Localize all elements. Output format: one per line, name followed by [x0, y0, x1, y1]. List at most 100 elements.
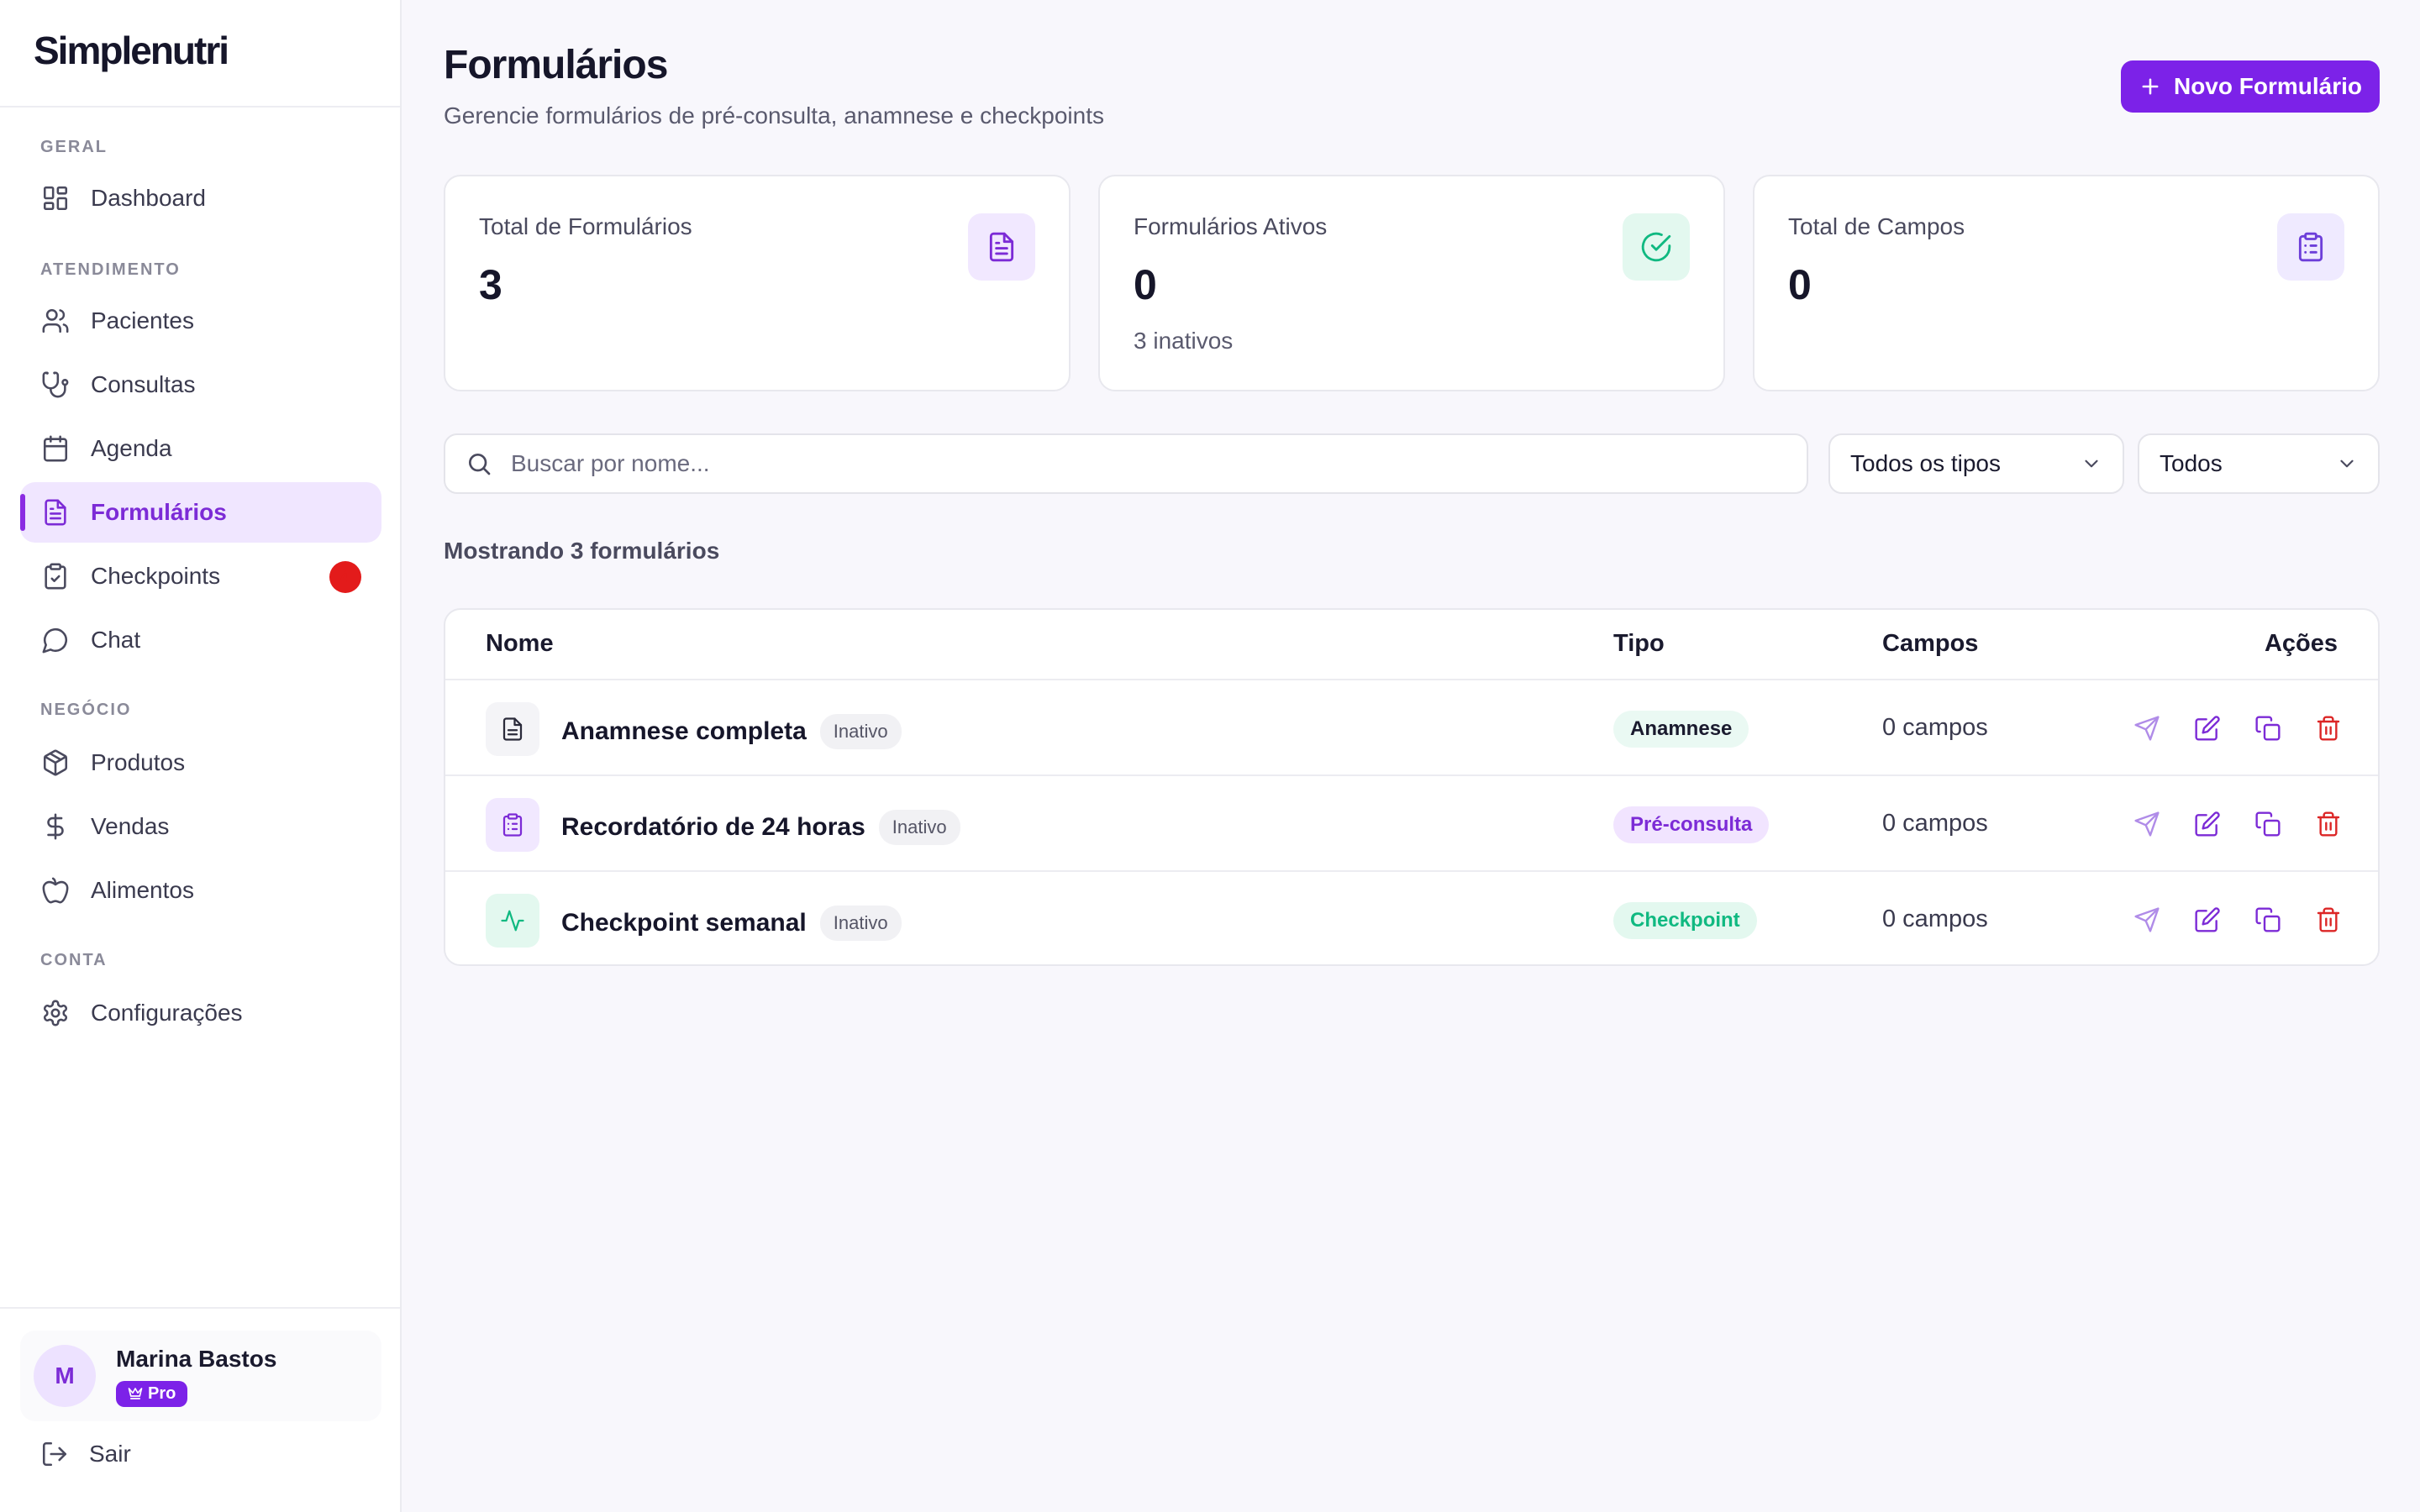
sidebar-item-label: Pacientes [91, 307, 194, 333]
users-icon [40, 306, 71, 336]
sidebar-item-produtos[interactable]: Produtos [20, 732, 381, 793]
search-icon [469, 454, 491, 475]
sidebar-item-label: Produtos [91, 749, 186, 775]
app-logo[interactable]: Simplenutri [34, 25, 229, 76]
trash-icon[interactable] [2309, 900, 2348, 939]
sidebar-item-dashboard[interactable]: Dashboard [20, 168, 381, 228]
page-subtitle: Gerencie formulários de pré-consulta, an… [444, 102, 1104, 129]
avatar: M [34, 1345, 96, 1407]
fields-count: 0 campos [1882, 714, 1988, 741]
sidebar-item-label: Dashboard [91, 185, 206, 211]
plan-label: Pro [148, 1383, 176, 1403]
status-filter-select[interactable]: Todos [2138, 433, 2380, 494]
status-badge: Inativo [878, 810, 960, 845]
section-label-geral: GERAL [40, 138, 108, 156]
clipboard-list-icon [2277, 213, 2344, 281]
check-circle-icon [1623, 213, 1690, 281]
sidebar-item-label: Chat [91, 627, 141, 653]
search-field[interactable] [444, 433, 1808, 494]
sidebar-item-checkpoints[interactable]: Checkpoints 4 [20, 546, 381, 606]
sidebar-item-agenda[interactable]: Agenda [20, 418, 381, 479]
file-text-icon [40, 497, 71, 528]
calendar-icon [40, 433, 71, 464]
new-form-label: Novo Formulário [2173, 73, 2362, 99]
column-header-type[interactable]: Tipo [1613, 630, 1665, 658]
message-circle-icon [40, 625, 71, 655]
section-label-atendimento: ATENDIMENTO [40, 260, 181, 279]
sidebar-item-pacientes[interactable]: Pacientes [20, 291, 381, 351]
user-profile-card[interactable]: M Marina Bastos Pro [20, 1331, 381, 1421]
copy-icon[interactable] [2249, 900, 2287, 939]
stat-label: Total de Campos [1788, 213, 1965, 239]
clipboard-check-icon [40, 561, 71, 591]
trash-icon[interactable] [2309, 805, 2348, 843]
sidebar-item-label: Agenda [91, 435, 172, 461]
table-row[interactable]: Checkpoint semanal Inativo Checkpoint 0 … [445, 872, 2378, 964]
sidebar-item-label: Configurações [91, 1000, 243, 1026]
send-icon[interactable] [2128, 709, 2166, 748]
chevron-down-icon [2340, 459, 2354, 468]
sidebar-item-consultas[interactable]: Consultas [20, 354, 381, 415]
layout-dashboard-icon [40, 183, 71, 213]
type-badge: Checkpoint [1613, 902, 1757, 939]
sidebar-item-label: Formulários [91, 499, 227, 525]
log-out-icon [42, 1441, 67, 1467]
table-row[interactable]: Anamnese completa Inativo Anamnese 0 cam… [445, 680, 2378, 776]
plus-icon [2142, 78, 2159, 95]
notification-badge: 4 [329, 561, 361, 593]
status-badge: Inativo [819, 714, 902, 749]
edit-icon[interactable] [2188, 805, 2227, 843]
sidebar-item-label: Consultas [91, 371, 196, 397]
package-icon [40, 748, 71, 778]
stat-label: Total de Formulários [479, 213, 692, 239]
search-input[interactable] [511, 450, 1771, 477]
sidebar-item-configuracoes[interactable]: Configurações [20, 983, 381, 1043]
trash-icon[interactable] [2309, 709, 2348, 748]
plan-badge: Pro [116, 1380, 188, 1407]
new-form-button[interactable]: Novo Formulário [2121, 60, 2380, 113]
activity-icon [486, 894, 539, 948]
file-text-icon [968, 213, 1035, 281]
file-text-icon [486, 702, 539, 756]
sidebar-item-chat[interactable]: Chat [20, 610, 381, 670]
column-header-fields[interactable]: Campos [1882, 630, 1978, 658]
type-filter-value: Todos os tipos [1850, 450, 2001, 476]
send-icon[interactable] [2128, 900, 2166, 939]
sidebar-item-label: Checkpoints [91, 563, 221, 589]
status-filter-value: Todos [2160, 450, 2223, 476]
stat-sub: 3 inativos [1134, 328, 1234, 354]
type-badge: Anamnese [1613, 711, 1749, 748]
status-badge: Inativo [819, 906, 902, 941]
copy-icon[interactable] [2249, 709, 2287, 748]
clipboard-list-icon [486, 798, 539, 852]
form-name[interactable]: Checkpoint semanal [561, 909, 807, 937]
stat-value: 3 [479, 261, 502, 308]
type-badge: Pré-consulta [1613, 806, 1770, 843]
dollar-sign-icon [40, 811, 71, 842]
page-title: Formulários [444, 43, 668, 87]
sidebar-item-alimentos[interactable]: Alimentos [20, 860, 381, 921]
stat-card-total-fields: Total de Campos 0 [1753, 175, 2380, 391]
stat-value: 0 [1134, 261, 1157, 308]
sidebar-item-formularios[interactable]: Formulários [20, 482, 381, 543]
table-row[interactable]: Recordatório de 24 horas Inativo Pré-con… [445, 776, 2378, 872]
stat-card-total-forms: Total de Formulários 3 [444, 175, 1071, 391]
stat-label: Formulários Ativos [1134, 213, 1328, 239]
divider [0, 106, 400, 108]
results-count: Mostrando 3 formulários [444, 538, 720, 564]
type-filter-select[interactable]: Todos os tipos [1828, 433, 2124, 494]
sidebar-item-vendas[interactable]: Vendas [20, 796, 381, 857]
copy-icon[interactable] [2249, 805, 2287, 843]
column-header-name[interactable]: Nome [486, 630, 554, 658]
logout-button[interactable]: Sair [40, 1440, 131, 1468]
form-name[interactable]: Recordatório de 24 horas [561, 813, 865, 842]
fields-count: 0 campos [1882, 906, 1988, 932]
divider [0, 1307, 400, 1309]
send-icon[interactable] [2128, 805, 2166, 843]
settings-icon [40, 998, 71, 1028]
edit-icon[interactable] [2188, 900, 2227, 939]
logout-label: Sair [89, 1441, 131, 1467]
form-name[interactable]: Anamnese completa [561, 717, 807, 746]
sidebar-item-label: Vendas [91, 813, 170, 839]
edit-icon[interactable] [2188, 709, 2227, 748]
